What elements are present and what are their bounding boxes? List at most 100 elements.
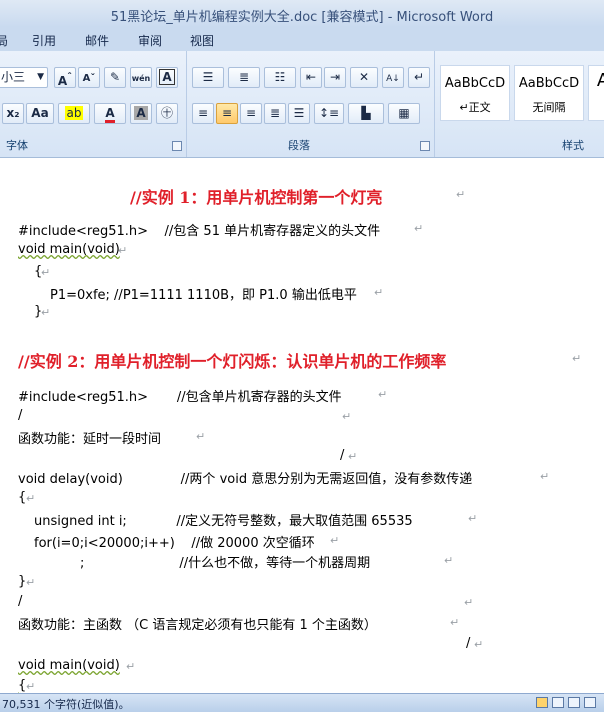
change-case-button[interactable]: Aa <box>26 103 54 124</box>
paragraph-mark-icon: ↵ <box>374 286 384 299</box>
grow-font-icon: Aˆ <box>57 72 73 88</box>
decrease-indent-icon: ⇤ <box>305 70 317 84</box>
phonetic-guide-icon: wén <box>131 74 151 83</box>
outline-view-icon[interactable] <box>584 697 596 708</box>
paragraph-mark-icon: ↵ <box>413 70 425 84</box>
paragraph-mark-icon: ↵ <box>26 680 36 693</box>
justify-button[interactable]: ≣ <box>264 103 286 124</box>
font-group-label: 字体 <box>6 139 28 152</box>
align-center-icon: ≡ <box>221 106 233 120</box>
chinese-layout-icon: ✕ <box>358 70 370 84</box>
code-line: / <box>340 448 345 463</box>
paragraph-mark-icon: ↵ <box>26 576 36 589</box>
borders-button[interactable]: ▦ <box>388 103 420 124</box>
sort-button[interactable]: A↓ <box>382 67 404 88</box>
bullets-button[interactable]: ☰ <box>192 67 224 88</box>
styles-group-label: 样式 <box>562 139 584 152</box>
code-line: void main(void) <box>18 658 120 673</box>
paragraph-mark-icon: ↵ <box>456 188 466 201</box>
word-count[interactable]: 70,531 个字符(近似值)。 <box>2 696 130 712</box>
document-page[interactable]: //实例 1：用单片机控制第一个灯亮 ↵ #include<reg51.h> //… <box>0 158 604 693</box>
distribute-button[interactable]: ☰ <box>288 103 310 124</box>
font-dialog-launcher[interactable] <box>172 141 182 151</box>
code-line: / <box>18 594 23 609</box>
paragraph-dialog-launcher[interactable] <box>420 141 430 151</box>
increase-indent-icon: ⇥ <box>329 70 341 84</box>
style-heading-sample: A <box>596 70 604 91</box>
paragraph-mark-icon: ↵ <box>126 660 136 673</box>
style-no-spacing-sample: AaBbCcD <box>518 76 580 91</box>
status-bar: 70,531 个字符(近似值)。 <box>0 693 604 712</box>
paragraph-mark-icon: ↵ <box>41 306 51 319</box>
subscript-button[interactable]: x₂ <box>2 103 24 124</box>
print-layout-view-icon[interactable] <box>536 697 548 708</box>
full-screen-view-icon[interactable] <box>552 697 564 708</box>
paragraph-mark-icon: ↵ <box>464 596 474 609</box>
change-case-icon: Aa <box>31 106 49 120</box>
style-heading[interactable]: A <box>588 65 604 121</box>
paragraph-mark-icon: ↵ <box>348 450 358 463</box>
code-line: unsigned int i; //定义无符号整数，最大取值范围 65535 <box>34 514 413 529</box>
chinese-layout-button[interactable]: ✕ <box>350 67 378 88</box>
style-normal[interactable]: AaBbCcD ↵正文 <box>440 65 510 121</box>
borders-icon: ▦ <box>398 106 410 120</box>
tab-mailings[interactable]: 邮件 <box>85 32 109 49</box>
grow-font-button[interactable]: Aˆ <box>54 67 76 88</box>
line-spacing-icon: ↕≡ <box>318 106 340 120</box>
shrink-font-icon: Aˇ <box>82 73 96 84</box>
web-layout-view-icon[interactable] <box>568 697 580 708</box>
code-line: #include<reg51.h> //包含单片机寄存器的头文件 <box>18 390 342 405</box>
paragraph-mark-icon: ↵ <box>118 244 128 257</box>
paragraph-mark-icon: ↵ <box>26 492 36 505</box>
code-line: 函数功能：主函数 （C 语言规定必须有也只能有 1 个主函数） <box>18 618 377 633</box>
font-color-button[interactable]: A <box>94 103 126 124</box>
clear-format-button[interactable]: ✎ <box>104 67 126 88</box>
paragraph-group: ☰ ≣ ☷ ⇤ ⇥ ✕ A↓ ↵ ≡ ≡ ≡ ≣ ☰ ↕≡ ▙ ▦ 段落 <box>188 51 435 157</box>
paragraph-mark-icon: ↵ <box>468 512 478 525</box>
align-right-button[interactable]: ≡ <box>240 103 262 124</box>
tab-review[interactable]: 审阅 <box>138 32 162 49</box>
window-title: 51黑论坛_单片机编程实例大全.doc [兼容模式] - Microsoft W… <box>110 10 494 25</box>
phonetic-guide-button[interactable]: wén <box>130 67 152 88</box>
code-line: void main(void) <box>18 242 120 257</box>
paragraph-group-label: 段落 <box>288 139 310 152</box>
tab-layout[interactable]: 局 <box>0 32 8 49</box>
shading-button[interactable]: ▙ <box>348 103 384 124</box>
code-line: / <box>18 408 23 423</box>
paragraph-mark-icon: ↵ <box>414 222 424 235</box>
style-no-spacing[interactable]: AaBbCcD 无间隔 <box>514 65 584 121</box>
char-border-icon: A <box>159 69 175 85</box>
sort-icon: A↓ <box>386 74 400 84</box>
paragraph-mark-icon: ↵ <box>474 638 484 651</box>
paint-bucket-icon: ▙ <box>361 106 371 120</box>
highlighter-icon: ab <box>64 106 84 120</box>
line-spacing-button[interactable]: ↕≡ <box>314 103 344 124</box>
chevron-down-icon: ▼ <box>37 72 44 82</box>
tab-references[interactable]: 引用 <box>32 32 56 49</box>
shrink-font-button[interactable]: Aˇ <box>78 67 100 88</box>
tab-view[interactable]: 视图 <box>190 32 214 49</box>
show-marks-button[interactable]: ↵ <box>408 67 430 88</box>
font-size-value: 小三 <box>1 70 26 84</box>
style-no-spacing-name: 无间隔 <box>532 101 566 114</box>
font-size-select[interactable]: 小三 ▼ <box>0 67 48 88</box>
style-normal-name: ↵正文 <box>459 101 491 114</box>
highlight-button[interactable]: ab <box>58 103 90 124</box>
align-left-button[interactable]: ≡ <box>192 103 214 124</box>
styles-group: AaBbCcD ↵正文 AaBbCcD 无间隔 A 样式 <box>436 51 604 157</box>
multilevel-list-button[interactable]: ☷ <box>264 67 296 88</box>
enclose-char-button[interactable]: ㊉ <box>156 103 178 124</box>
paragraph-mark-icon: ↵ <box>450 616 460 629</box>
code-line: 函数功能：延时一段时间 <box>18 432 162 447</box>
paragraph-mark-icon: ↵ <box>444 554 454 567</box>
increase-indent-button[interactable]: ⇥ <box>324 67 346 88</box>
char-shading-icon: A <box>134 106 148 120</box>
paragraph-mark-icon: ↵ <box>540 470 550 483</box>
char-border-button[interactable]: A <box>156 67 178 88</box>
subscript-icon: x₂ <box>6 106 20 120</box>
decrease-indent-button[interactable]: ⇤ <box>300 67 322 88</box>
align-center-button[interactable]: ≡ <box>216 103 238 124</box>
numbering-button[interactable]: ≣ <box>228 67 260 88</box>
align-left-icon: ≡ <box>197 106 209 120</box>
char-shading-button[interactable]: A <box>130 103 152 124</box>
